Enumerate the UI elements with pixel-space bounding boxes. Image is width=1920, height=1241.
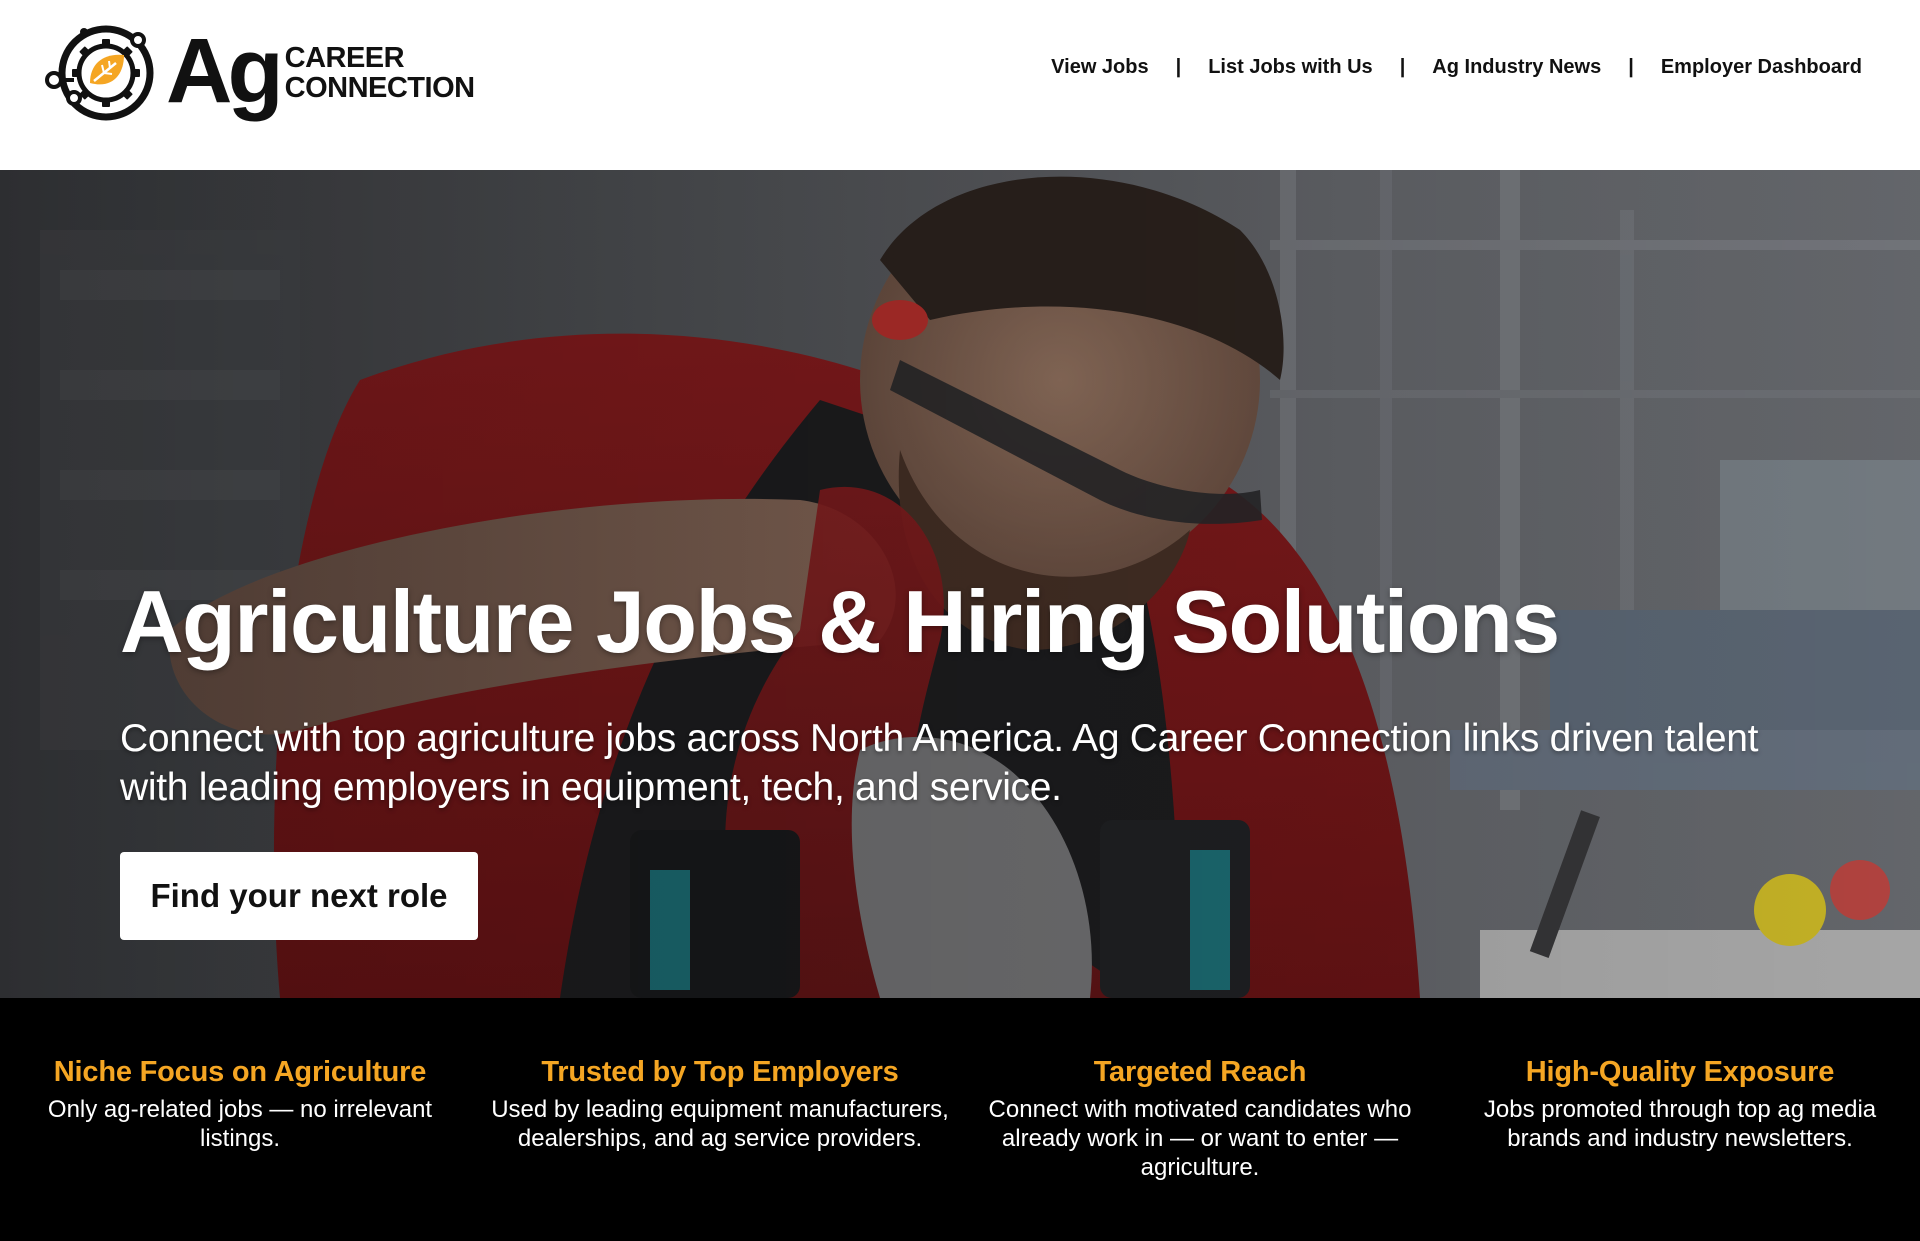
logo-wordmark: CAREER CONNECTION <box>285 43 475 103</box>
logo-ag-text: Ag <box>166 20 284 122</box>
nav-separator: | <box>1399 56 1406 78</box>
hero-title: Agriculture Jobs & Hiring Solutions <box>120 572 1560 671</box>
feature-title: Trusted by Top Employers <box>541 1056 899 1088</box>
site-logo[interactable]: Ag CAREER CONNECTION <box>44 18 475 128</box>
hero-subtitle: Connect with top agriculture jobs across… <box>120 717 1759 809</box>
feature-high-quality-exposure: High-Quality Exposure Jobs promoted thro… <box>1440 998 1920 1241</box>
gear-leaf-circuit-icon <box>45 25 154 121</box>
feature-title: Niche Focus on Agriculture <box>53 1056 427 1088</box>
feature-trusted-employers: Trusted by Top Employers Used by leading… <box>480 998 960 1241</box>
logo-line-career: CAREER <box>284 42 405 74</box>
main-nav: View Jobs | List Jobs with Us | Ag Indus… <box>1051 56 1862 79</box>
nav-separator: | <box>1175 56 1182 78</box>
feature-text: Only ag-related jobs — no irrelevant lis… <box>47 1096 433 1152</box>
nav-employer-dashboard[interactable]: Employer Dashboard <box>1661 56 1862 79</box>
logo-line-connection: CONNECTION <box>284 72 475 104</box>
nav-ag-industry-news[interactable]: Ag Industry News <box>1432 56 1601 79</box>
feature-text: Jobs promoted through top ag media brand… <box>1483 1096 1877 1152</box>
find-next-role-button[interactable]: Find your next role <box>120 852 478 940</box>
feature-text: Connect with motivated candidates who al… <box>988 1096 1412 1181</box>
site-header: Ag CAREER CONNECTION View Jobs | List Jo… <box>0 0 1920 170</box>
feature-niche-focus: Niche Focus on Agriculture Only ag-relat… <box>0 998 480 1241</box>
hero-section: Agriculture Jobs & Hiring Solutions Conn… <box>0 170 1920 998</box>
features-strip: Niche Focus on Agriculture Only ag-relat… <box>0 998 1920 1241</box>
feature-targeted-reach: Targeted Reach Connect with motivated ca… <box>960 998 1440 1241</box>
feature-text: Used by leading equipment manufacturers,… <box>491 1096 949 1152</box>
nav-list-jobs[interactable]: List Jobs with Us <box>1208 56 1372 79</box>
nav-view-jobs[interactable]: View Jobs <box>1051 56 1148 79</box>
feature-title: Targeted Reach <box>1093 1056 1307 1088</box>
feature-title: High-Quality Exposure <box>1525 1056 1835 1088</box>
nav-separator: | <box>1628 56 1634 78</box>
